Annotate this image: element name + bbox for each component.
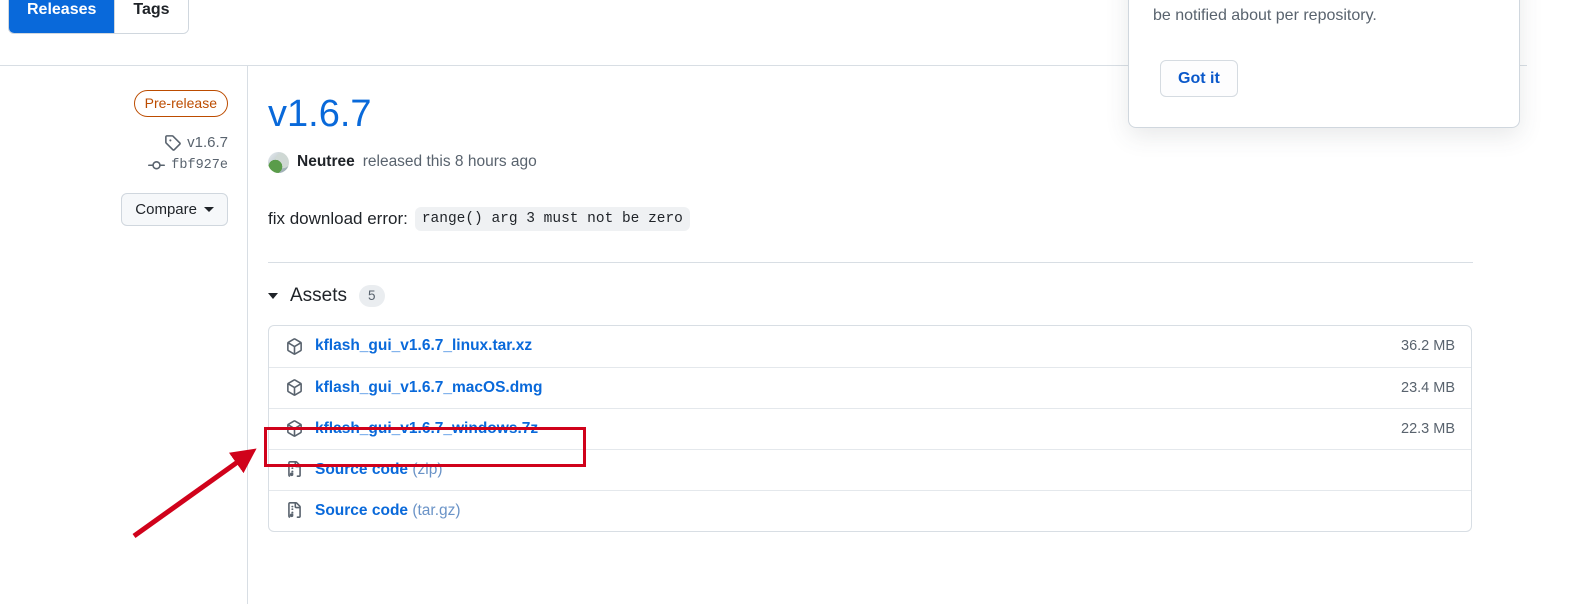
asset-link[interactable]: Source code (zip) (315, 461, 442, 479)
asset-suffix: (zip) (408, 460, 443, 478)
release-sidebar: Pre-release v1.6.7 fbf927e Compare (0, 90, 240, 226)
asset-link[interactable]: kflash_gui_v1.6.7_linux.tar.xz (315, 337, 532, 355)
author-name[interactable]: Neutree (297, 153, 355, 171)
tab-releases-label: Releases (27, 1, 97, 18)
asset-link[interactable]: kflash_gui_v1.6.7_windows.7z (315, 420, 538, 438)
asset-filename: kflash_gui_v1.6.7_macOS.dmg (315, 378, 543, 396)
assets-heading: Assets (290, 284, 348, 306)
asset-filename: kflash_gui_v1.6.7_linux.tar.xz (315, 337, 533, 355)
package-icon (285, 420, 303, 438)
got-it-button[interactable]: Got it (1160, 60, 1238, 98)
asset-link[interactable]: Source code (tar.gz) (315, 502, 461, 520)
commit-icon (148, 157, 166, 174)
tag-icon (164, 134, 181, 151)
assets-toggle[interactable]: Assets 5 (268, 284, 385, 307)
table-row[interactable]: kflash_gui_v1.6.7_linux.tar.xz 36.2 MB (269, 326, 1471, 367)
popover-text: can choose which types of activity you'd… (1153, 6, 1377, 24)
tag-row[interactable]: v1.6.7 (164, 134, 228, 151)
package-icon (285, 379, 303, 397)
asset-suffix: (tar.gz) (408, 501, 461, 519)
sidebar-divider (247, 66, 248, 604)
inline-code: range() arg 3 must not be zero (414, 206, 690, 231)
page-title[interactable]: v1.6.7 (268, 93, 372, 136)
notifications-popover: can choose which types of activity you'd… (1128, 0, 1520, 128)
status-badge: Pre-release (133, 90, 228, 117)
package-icon (285, 338, 303, 355)
table-row[interactable]: Source code (tar.gz) (269, 489, 1471, 531)
compare-button[interactable]: Compare (121, 193, 228, 226)
commit-sha: fbf927e (171, 158, 228, 173)
tag-name: v1.6.7 (187, 134, 228, 151)
release-main: v1.6.7 Neutree released this 8 hours ago… (268, 93, 1473, 532)
asset-filename: kflash_gui_v1.6.7_windows.7z (315, 419, 539, 437)
release-tabs: Releases Tags (8, 0, 189, 34)
release-body-text: fix download error: (268, 208, 408, 228)
annotation-arrow-icon (132, 448, 257, 539)
asset-size: 23.4 MB (1401, 379, 1455, 396)
table-row[interactable]: kflash_gui_v1.6.7_windows.7z 22.3 MB (269, 407, 1471, 449)
assets-table: kflash_gui_v1.6.7_linux.tar.xz 36.2 MB k… (268, 324, 1472, 532)
asset-filename: Source code (315, 501, 409, 519)
tab-tags[interactable]: Tags (114, 0, 188, 33)
table-row[interactable]: Source code (zip) (269, 448, 1471, 490)
tab-releases[interactable]: Releases (9, 0, 115, 33)
tab-tags-label: Tags (133, 1, 170, 18)
asset-filename: Source code (315, 460, 409, 478)
table-row[interactable]: kflash_gui_v1.6.7_macOS.dmg 23.4 MB (269, 366, 1471, 408)
chevron-down-icon (204, 207, 214, 212)
asset-size: 22.3 MB (1401, 420, 1455, 437)
commit-row[interactable]: fbf927e (148, 157, 228, 174)
release-body: fix download error: range() arg 3 must n… (268, 206, 1473, 231)
assets-divider (268, 261, 1473, 263)
asset-size: 36.2 MB (1401, 338, 1455, 355)
asset-link[interactable]: kflash_gui_v1.6.7_macOS.dmg (315, 379, 542, 397)
chevron-down-icon (268, 292, 278, 299)
file-zip-icon (285, 502, 303, 519)
compare-button-label: Compare (135, 201, 197, 218)
file-zip-icon (285, 461, 303, 478)
avatar[interactable] (268, 151, 289, 173)
release-timestamp: released this 8 hours ago (362, 153, 537, 171)
assets-count-badge: 5 (359, 284, 385, 307)
release-byline: Neutree released this 8 hours ago (268, 151, 1473, 173)
